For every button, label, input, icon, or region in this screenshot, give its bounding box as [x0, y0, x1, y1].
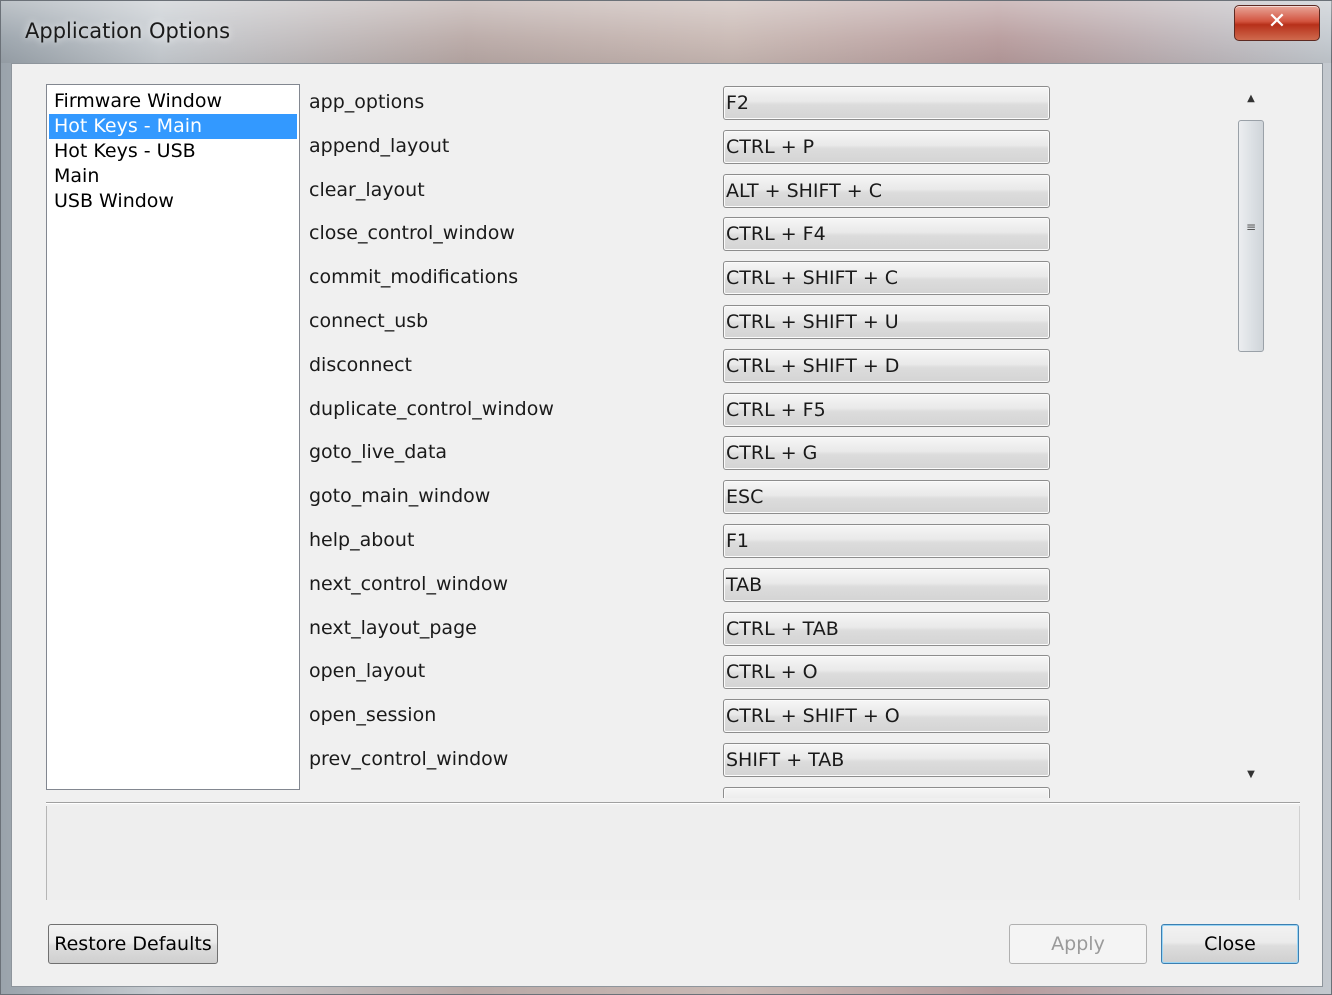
hotkey-row: app_options F2 — [12, 86, 1112, 130]
hotkey-field[interactable]: CTRL + O — [723, 655, 1050, 690]
hotkey-field[interactable]: CTRL + SHIFT + D — [723, 348, 1050, 383]
dialog-client-area: Firmware Window Hot Keys - Main Hot Keys -… — [11, 63, 1323, 987]
window-close-button[interactable]: ✕ — [1234, 5, 1320, 41]
apply-button[interactable]: Apply — [1009, 924, 1147, 964]
hotkey-row — [12, 786, 1112, 798]
hotkey-field[interactable]: CTRL + SHIFT + C — [723, 261, 1050, 296]
close-icon: ✕ — [1267, 9, 1287, 34]
hotkey-action-label: goto_live_data — [309, 441, 448, 464]
hotkey-action-label: goto_main_window — [309, 485, 491, 508]
hotkey-field[interactable]: CTRL + SHIFT + U — [723, 305, 1050, 339]
title-bar[interactable]: Application Options ✕ — [1, 1, 1332, 63]
hotkey-row: clear_layout ALT + SHIFT + C — [12, 173, 1112, 218]
scroll-down-button[interactable]: ▼ — [1238, 762, 1264, 788]
hotkey-list: app_options F2 append_layout CTRL + P clear_… — [12, 64, 1242, 798]
hotkey-action-label: close_control_window — [309, 222, 515, 245]
hotkey-action-label: disconnect — [309, 353, 412, 376]
hotkey-action-label: app_options — [309, 91, 425, 113]
hotkey-field[interactable]: CTRL + F5 — [723, 392, 1050, 427]
hotkey-row: append_layout CTRL + P — [12, 129, 1112, 174]
description-panel — [46, 806, 1300, 900]
hotkey-action-label: clear_layout — [309, 178, 425, 201]
application-options-window: Application Options ✕ Firmware Window Hot… — [0, 0, 1332, 995]
hotkey-action-label: append_layout — [309, 134, 450, 157]
hotkey-field[interactable]: CTRL + F4 — [723, 217, 1050, 252]
hotkey-field[interactable]: CTRL + SHIFT + O — [723, 699, 1050, 734]
hotkey-row: goto_main_window ESC — [12, 480, 1112, 524]
scroll-down-icon: ▼ — [1247, 769, 1255, 780]
hotkey-field[interactable]: SHIFT + TAB — [723, 743, 1050, 777]
hotkey-action-label: next_layout_page — [309, 616, 477, 639]
scroll-thumb[interactable]: ≡ — [1238, 120, 1264, 352]
hotkey-field[interactable]: CTRL + G — [723, 436, 1050, 471]
hotkey-action-label: connect_usb — [309, 310, 429, 332]
scroll-up-icon: ▲ — [1247, 93, 1255, 104]
divider — [46, 802, 1300, 804]
hotkey-field[interactable]: F2 — [723, 86, 1050, 120]
hotkey-action-label: duplicate_control_window — [309, 397, 554, 420]
hotkey-row: next_control_window TAB — [12, 567, 1112, 612]
hotkey-field[interactable] — [723, 786, 1050, 798]
hotkey-action-label: open_session — [309, 704, 437, 727]
hotkey-row: prev_control_window SHIFT + TAB — [12, 743, 1112, 787]
hotkey-row: duplicate_control_window CTRL + F5 — [12, 392, 1112, 437]
hotkey-row: commit_modifications CTRL + SHIFT + C — [12, 261, 1112, 305]
hotkey-row: open_session CTRL + SHIFT + O — [12, 699, 1112, 743]
hotkey-row: goto_live_data CTRL + G — [12, 436, 1112, 480]
hotkey-action-label: next_control_window — [309, 572, 509, 595]
scroll-up-button[interactable]: ▲ — [1238, 86, 1264, 112]
hotkey-row: help_about F1 — [12, 524, 1112, 568]
hotkey-field[interactable]: CTRL + TAB — [723, 611, 1050, 646]
window-title: Application Options — [25, 19, 231, 43]
hotkey-action-label: commit_modifications — [309, 266, 519, 289]
hotkey-row: connect_usb CTRL + SHIFT + U — [12, 305, 1112, 349]
hotkey-row: next_layout_page CTRL + TAB — [12, 611, 1112, 656]
close-button[interactable]: Close — [1161, 924, 1299, 964]
hotkey-field[interactable]: ALT + SHIFT + C — [723, 173, 1050, 208]
hotkey-field[interactable]: F1 — [723, 524, 1050, 558]
hotkey-field[interactable]: CTRL + P — [723, 129, 1050, 164]
hotkey-scrollbar[interactable]: ▲ ≡ ▼ — [1238, 86, 1264, 792]
hotkey-action-label: help_about — [309, 529, 415, 551]
restore-defaults-button[interactable]: Restore Defaults — [48, 924, 218, 964]
hotkey-field[interactable]: ESC — [723, 480, 1050, 515]
hotkey-row: disconnect CTRL + SHIFT + D — [12, 348, 1112, 393]
hotkey-action-label: prev_control_window — [309, 748, 509, 770]
hotkey-row: close_control_window CTRL + F4 — [12, 217, 1112, 261]
hotkey-field[interactable]: TAB — [723, 567, 1050, 602]
grip-icon: ≡ — [1245, 220, 1257, 234]
hotkey-row: open_layout CTRL + O — [12, 655, 1112, 699]
hotkey-action-label: open_layout — [309, 660, 426, 683]
